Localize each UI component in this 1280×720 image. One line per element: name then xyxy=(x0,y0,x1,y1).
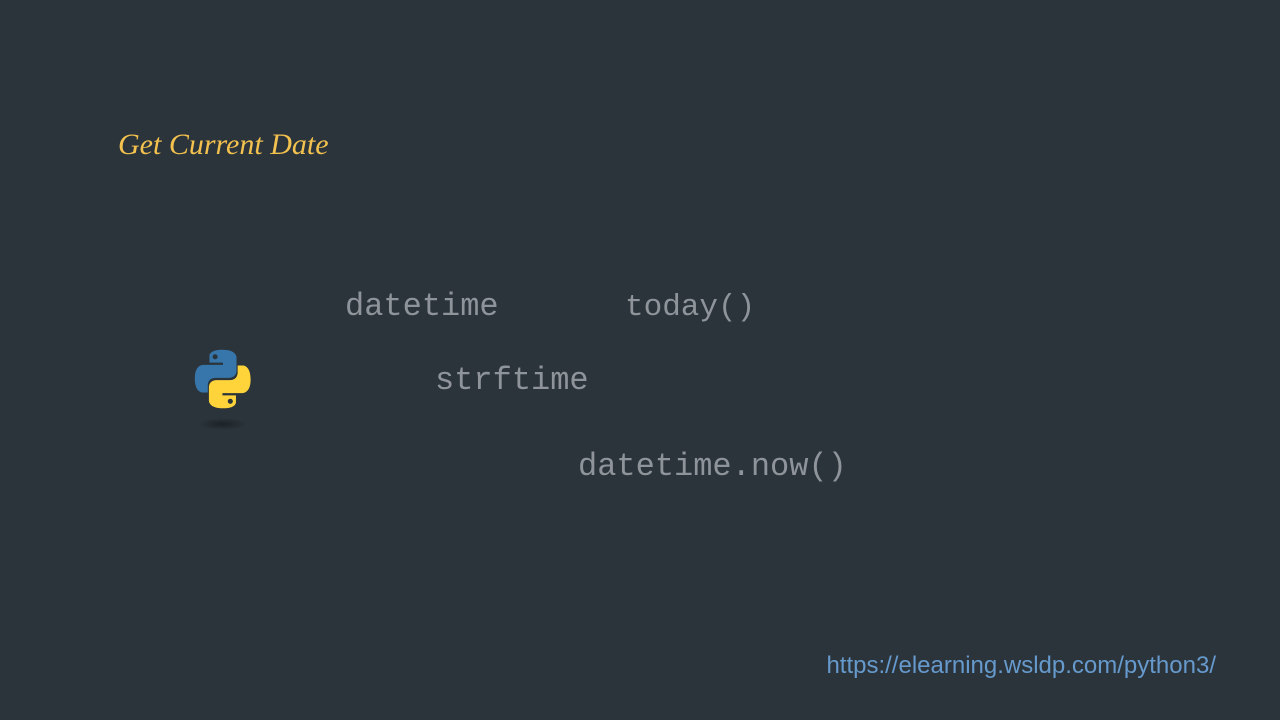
keyword-datetime: datetime xyxy=(345,288,499,325)
python-logo-icon xyxy=(192,348,254,430)
logo-shadow xyxy=(198,418,248,430)
keyword-now: datetime.now() xyxy=(578,448,847,485)
source-url-link[interactable]: https://elearning.wsldp.com/python3/ xyxy=(826,652,1216,680)
keyword-today: today() xyxy=(625,290,755,325)
keyword-strftime: strftime xyxy=(435,362,589,399)
slide-title: Get Current Date xyxy=(118,128,329,162)
